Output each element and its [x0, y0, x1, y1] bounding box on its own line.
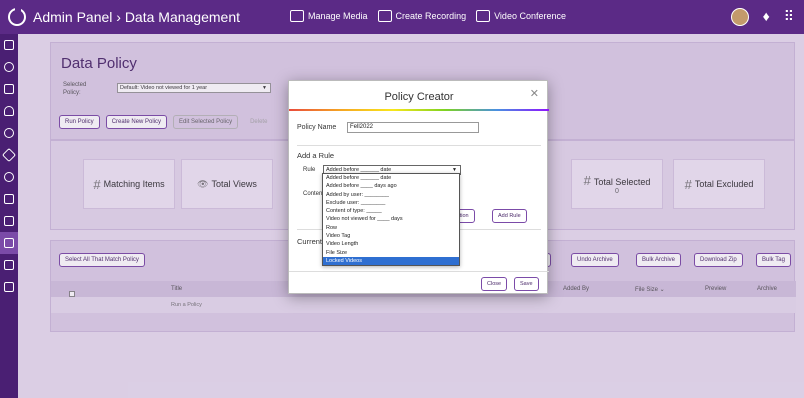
content-label: Content — [303, 191, 325, 197]
rule-option[interactable]: Content of type: _____ — [323, 207, 459, 215]
top-bar: Admin Panel › Data Management Manage Med… — [0, 0, 804, 34]
close-icon[interactable]: ✕ — [530, 87, 539, 100]
policy-name-input[interactable]: Fell2022 — [347, 122, 479, 133]
save-button[interactable]: Save — [514, 277, 539, 291]
nav-manage-media[interactable]: Manage Media — [290, 10, 368, 22]
breadcrumb[interactable]: Admin Panel › Data Management — [33, 9, 240, 25]
footer-divider — [289, 271, 549, 272]
mail-icon[interactable] — [0, 188, 18, 210]
policy-name-label: Policy Name — [297, 124, 337, 131]
top-nav: Manage Media Create Recording Video Conf… — [290, 10, 566, 22]
add-rule-heading: Add a Rule — [297, 151, 335, 160]
nav-label: Manage Media — [308, 11, 368, 21]
rule-option[interactable]: Added before ______ date — [323, 174, 459, 182]
rule-option[interactable]: Added by user: ________ — [323, 191, 459, 199]
nav-create-recording[interactable]: Create Recording — [377, 10, 467, 22]
building-icon[interactable] — [0, 276, 18, 298]
people-icon[interactable] — [0, 100, 18, 122]
key-icon[interactable] — [0, 122, 18, 144]
nav-label: Create Recording — [395, 11, 467, 21]
rule-option[interactable]: Row — [323, 224, 459, 232]
data-icon[interactable] — [0, 232, 18, 254]
rule-option[interactable]: Video Length — [323, 240, 459, 248]
add-rule-button[interactable]: Add Rule — [492, 209, 527, 223]
nav-label: Video Conference — [494, 11, 566, 21]
inbox-icon[interactable] — [0, 210, 18, 232]
dashboard-icon[interactable] — [0, 34, 18, 56]
rule-option[interactable]: Exclude user: ________ — [323, 199, 459, 207]
rule-option[interactable]: Added before ____ days ago — [323, 182, 459, 190]
nav-video-conference[interactable]: Video Conference — [476, 10, 566, 22]
rule-label: Rule — [303, 167, 316, 173]
app-logo-icon[interactable] — [8, 8, 26, 26]
palette-icon[interactable] — [0, 166, 18, 188]
divider — [297, 145, 541, 146]
analytics-icon[interactable] — [0, 254, 18, 276]
rainbow-divider — [289, 109, 549, 111]
avatar[interactable] — [730, 8, 749, 26]
rule-option[interactable]: Video Tag — [323, 232, 459, 240]
rule-option[interactable]: File Size — [323, 249, 459, 257]
notifications-icon[interactable]: ♦ — [763, 8, 770, 26]
top-right-controls: ♦ ⠿ — [730, 8, 794, 26]
rule-options-list: Added before ______ date Added before __… — [322, 173, 460, 267]
rule-option[interactable]: Video not viewed for ____ days — [323, 215, 459, 223]
recording-icon — [377, 10, 392, 22]
search-icon[interactable] — [0, 56, 18, 78]
film-icon — [290, 10, 304, 22]
layers-icon[interactable] — [0, 144, 18, 166]
monitor-icon[interactable] — [0, 78, 18, 100]
rule-option[interactable]: Locked Videos — [323, 256, 459, 266]
current-rules-heading: Current — [297, 237, 323, 246]
close-button[interactable]: Close — [481, 277, 508, 291]
modal-title: Policy Creator — [384, 91, 454, 103]
conference-icon — [476, 10, 491, 22]
sidebar — [0, 34, 18, 398]
apps-grid-icon[interactable]: ⠿ — [784, 8, 794, 26]
